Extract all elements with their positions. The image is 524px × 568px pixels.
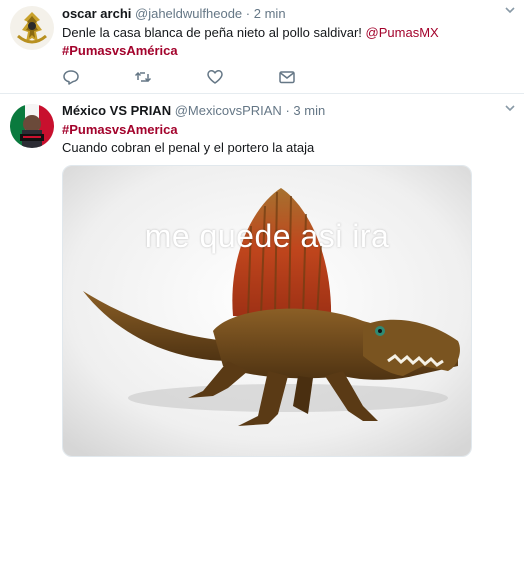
timestamp[interactable]: 2 min (254, 6, 286, 21)
tweet-hashtag-line: #PumasvsAmérica (62, 43, 178, 58)
avatar[interactable] (10, 6, 54, 50)
tweet-header: oscar archi @jaheldwulfheode · 2 min (62, 6, 286, 21)
separator: · (245, 6, 251, 21)
avatar[interactable] (10, 104, 54, 148)
timestamp[interactable]: 3 min (293, 103, 325, 118)
tweet-hashtag-line: #PumasvsAmerica (62, 122, 178, 137)
like-icon[interactable] (206, 68, 224, 86)
tweet-text-body: Denle la casa blanca de peña nieto al po… (62, 25, 366, 40)
dinosaur-toy-image (63, 166, 471, 456)
user-handle[interactable]: @jaheldwulfheode (135, 6, 242, 21)
tweet-text: Cuando cobran el penal y el portero la a… (62, 140, 315, 155)
gold-crest-avatar-icon (10, 6, 54, 50)
chevron-down-icon[interactable] (504, 4, 516, 19)
mexico-flag-avatar-icon (10, 104, 54, 148)
tweet-header: México VS PRIAN @MexicovsPRIAN · 3 min (62, 103, 325, 118)
tweet-media-image[interactable]: me quede asi ira (62, 165, 472, 457)
reply-icon[interactable] (62, 68, 80, 86)
chevron-down-icon[interactable] (504, 102, 516, 117)
tweet-text: Denle la casa blanca de peña nieto al po… (62, 25, 439, 40)
display-name[interactable]: México VS PRIAN (62, 103, 171, 118)
retweet-icon[interactable] (134, 68, 152, 86)
tweet-actions (62, 68, 302, 86)
tweet[interactable]: oscar archi @jaheldwulfheode · 2 min Den… (0, 0, 524, 94)
user-handle[interactable]: @MexicovsPRIAN (175, 103, 282, 118)
hashtag-link[interactable]: #PumasvsAmerica (62, 122, 178, 137)
display-name[interactable]: oscar archi (62, 6, 131, 21)
separator: · (285, 103, 290, 118)
direct-message-icon[interactable] (278, 68, 296, 86)
mention-link[interactable]: @PumasMX (366, 25, 439, 40)
meme-caption: me quede asi ira (144, 218, 390, 254)
hashtag-link[interactable]: #PumasvsAmérica (62, 43, 178, 58)
